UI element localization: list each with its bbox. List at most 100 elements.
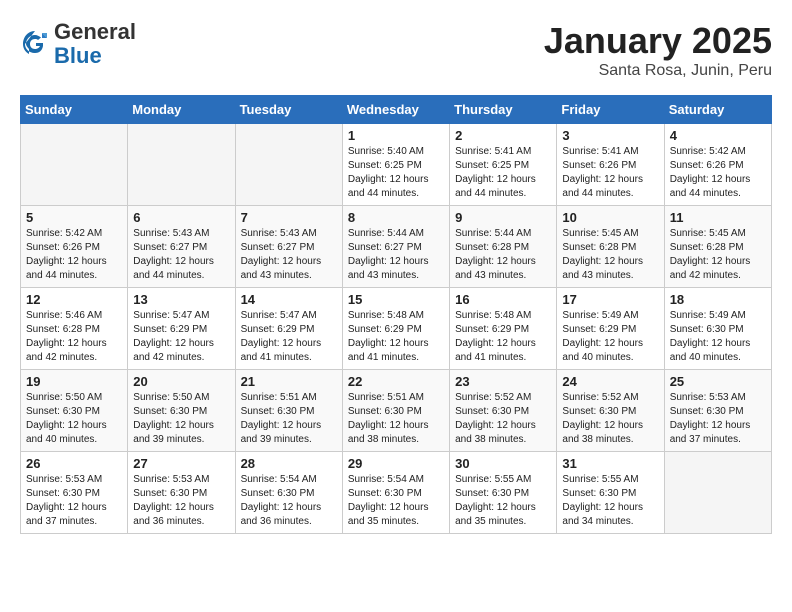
day-info: Sunrise: 5:42 AM Sunset: 6:26 PM Dayligh…	[670, 145, 766, 201]
day-info: Sunrise: 5:51 AM Sunset: 6:30 PM Dayligh…	[241, 391, 337, 447]
calendar-cell: 12 Sunrise: 5:46 AM Sunset: 6:28 PM Dayli…	[21, 288, 128, 370]
title-block: January 2025 Santa Rosa, Junin, Peru	[544, 20, 772, 80]
day-number: 1	[348, 128, 444, 143]
calendar-cell: 8 Sunrise: 5:44 AM Sunset: 6:27 PM Daylig…	[342, 206, 449, 288]
day-number: 29	[348, 456, 444, 471]
day-info: Sunrise: 5:50 AM Sunset: 6:30 PM Dayligh…	[133, 391, 229, 447]
day-number: 11	[670, 210, 766, 225]
calendar-body: 1 Sunrise: 5:40 AM Sunset: 6:25 PM Daylig…	[21, 124, 772, 534]
day-info: Sunrise: 5:50 AM Sunset: 6:30 PM Dayligh…	[26, 391, 122, 447]
day-number: 26	[26, 456, 122, 471]
logo-icon	[20, 29, 50, 59]
weekday-header-sunday: Sunday	[21, 96, 128, 124]
calendar-cell: 23Sunrise: 5:52 AM Sunset: 6:30 PM Dayli…	[450, 370, 557, 452]
day-number: 3	[562, 128, 658, 143]
weekday-header-friday: Friday	[557, 96, 664, 124]
day-number: 5	[26, 210, 122, 225]
calendar-cell: 25 Sunrise: 5:53 AM Sunset: 6:30 PM Dayli…	[664, 370, 771, 452]
day-number: 2	[455, 128, 551, 143]
day-number: 8	[348, 210, 444, 225]
calendar-cell: 9 Sunrise: 5:44 AM Sunset: 6:28 PM Daylig…	[450, 206, 557, 288]
calendar-cell: 10 Sunrise: 5:45 AM Sunset: 6:28 PM Dayli…	[557, 206, 664, 288]
calendar-cell: 5 Sunrise: 5:42 AM Sunset: 6:26 PM Daylig…	[21, 206, 128, 288]
calendar-cell: 11 Sunrise: 5:45 AM Sunset: 6:28 PM Dayli…	[664, 206, 771, 288]
day-number: 27	[133, 456, 229, 471]
day-number: 17	[562, 292, 658, 307]
day-number: 23	[455, 374, 551, 389]
calendar-cell: 18Sunrise: 5:49 AM Sunset: 6:30 PM Dayli…	[664, 288, 771, 370]
day-number: 6	[133, 210, 229, 225]
calendar-cell: 14 Sunrise: 5:47 AM Sunset: 6:29 PM Dayli…	[235, 288, 342, 370]
day-info: Sunrise: 5:54 AM Sunset: 6:30 PM Dayligh…	[348, 473, 444, 529]
day-info: Sunrise: 5:55 AM Sunset: 6:30 PM Dayligh…	[562, 473, 658, 529]
logo: General Blue	[20, 20, 136, 68]
day-number: 19	[26, 374, 122, 389]
week-row-5: 26Sunrise: 5:53 AM Sunset: 6:30 PM Dayli…	[21, 452, 772, 534]
calendar-cell: 13Sunrise: 5:47 AM Sunset: 6:29 PM Dayli…	[128, 288, 235, 370]
calendar-cell: 20Sunrise: 5:50 AM Sunset: 6:30 PM Dayli…	[128, 370, 235, 452]
logo-blue-text: Blue	[54, 43, 102, 68]
week-row-3: 12 Sunrise: 5:46 AM Sunset: 6:28 PM Dayli…	[21, 288, 772, 370]
day-number: 31	[562, 456, 658, 471]
weekday-header-wednesday: Wednesday	[342, 96, 449, 124]
calendar-cell: 7 Sunrise: 5:43 AM Sunset: 6:27 PM Daylig…	[235, 206, 342, 288]
calendar-subtitle: Santa Rosa, Junin, Peru	[544, 62, 772, 80]
day-info: Sunrise: 5:49 AM Sunset: 6:29 PM Dayligh…	[562, 309, 658, 365]
weekday-header-thursday: Thursday	[450, 96, 557, 124]
calendar-cell: 3 Sunrise: 5:41 AM Sunset: 6:26 PM Daylig…	[557, 124, 664, 206]
calendar-cell: 31 Sunrise: 5:55 AM Sunset: 6:30 PM Dayli…	[557, 452, 664, 534]
day-info: Sunrise: 5:46 AM Sunset: 6:28 PM Dayligh…	[26, 309, 122, 365]
day-number: 30	[455, 456, 551, 471]
page-header: General Blue January 2025 Santa Rosa, Ju…	[20, 20, 772, 80]
calendar-cell: 29 Sunrise: 5:54 AM Sunset: 6:30 PM Dayli…	[342, 452, 449, 534]
calendar-header: SundayMondayTuesdayWednesdayThursdayFrid…	[21, 96, 772, 124]
calendar-cell: 17 Sunrise: 5:49 AM Sunset: 6:29 PM Dayli…	[557, 288, 664, 370]
calendar-table: SundayMondayTuesdayWednesdayThursdayFrid…	[20, 95, 772, 534]
day-number: 9	[455, 210, 551, 225]
day-number: 15	[348, 292, 444, 307]
calendar-cell: 15 Sunrise: 5:48 AM Sunset: 6:29 PM Dayli…	[342, 288, 449, 370]
day-info: Sunrise: 5:48 AM Sunset: 6:29 PM Dayligh…	[455, 309, 551, 365]
day-info: Sunrise: 5:43 AM Sunset: 6:27 PM Dayligh…	[241, 227, 337, 283]
day-info: Sunrise: 5:55 AM Sunset: 6:30 PM Dayligh…	[455, 473, 551, 529]
day-number: 10	[562, 210, 658, 225]
day-info: Sunrise: 5:51 AM Sunset: 6:30 PM Dayligh…	[348, 391, 444, 447]
day-info: Sunrise: 5:49 AM Sunset: 6:30 PM Dayligh…	[670, 309, 766, 365]
logo-general-text: General	[54, 19, 136, 44]
weekday-header-row: SundayMondayTuesdayWednesdayThursdayFrid…	[21, 96, 772, 124]
day-info: Sunrise: 5:44 AM Sunset: 6:28 PM Dayligh…	[455, 227, 551, 283]
calendar-cell: 1 Sunrise: 5:40 AM Sunset: 6:25 PM Daylig…	[342, 124, 449, 206]
day-number: 22	[348, 374, 444, 389]
day-number: 14	[241, 292, 337, 307]
day-info: Sunrise: 5:45 AM Sunset: 6:28 PM Dayligh…	[562, 227, 658, 283]
calendar-cell: 24Sunrise: 5:52 AM Sunset: 6:30 PM Dayli…	[557, 370, 664, 452]
day-number: 25	[670, 374, 766, 389]
week-row-4: 19 Sunrise: 5:50 AM Sunset: 6:30 PM Dayli…	[21, 370, 772, 452]
calendar-cell: 30 Sunrise: 5:55 AM Sunset: 6:30 PM Dayli…	[450, 452, 557, 534]
day-info: Sunrise: 5:45 AM Sunset: 6:28 PM Dayligh…	[670, 227, 766, 283]
day-number: 7	[241, 210, 337, 225]
day-info: Sunrise: 5:48 AM Sunset: 6:29 PM Dayligh…	[348, 309, 444, 365]
day-number: 12	[26, 292, 122, 307]
day-info: Sunrise: 5:43 AM Sunset: 6:27 PM Dayligh…	[133, 227, 229, 283]
calendar-cell: 19 Sunrise: 5:50 AM Sunset: 6:30 PM Dayli…	[21, 370, 128, 452]
day-info: Sunrise: 5:40 AM Sunset: 6:25 PM Dayligh…	[348, 145, 444, 201]
calendar-cell	[128, 124, 235, 206]
day-number: 4	[670, 128, 766, 143]
calendar-cell: 28Sunrise: 5:54 AM Sunset: 6:30 PM Dayli…	[235, 452, 342, 534]
week-row-1: 1 Sunrise: 5:40 AM Sunset: 6:25 PM Daylig…	[21, 124, 772, 206]
day-number: 28	[241, 456, 337, 471]
day-number: 16	[455, 292, 551, 307]
day-info: Sunrise: 5:41 AM Sunset: 6:25 PM Dayligh…	[455, 145, 551, 201]
day-info: Sunrise: 5:53 AM Sunset: 6:30 PM Dayligh…	[670, 391, 766, 447]
day-info: Sunrise: 5:44 AM Sunset: 6:27 PM Dayligh…	[348, 227, 444, 283]
day-info: Sunrise: 5:41 AM Sunset: 6:26 PM Dayligh…	[562, 145, 658, 201]
calendar-cell: 16 Sunrise: 5:48 AM Sunset: 6:29 PM Dayli…	[450, 288, 557, 370]
calendar-cell: 4 Sunrise: 5:42 AM Sunset: 6:26 PM Daylig…	[664, 124, 771, 206]
day-info: Sunrise: 5:42 AM Sunset: 6:26 PM Dayligh…	[26, 227, 122, 283]
weekday-header-monday: Monday	[128, 96, 235, 124]
day-info: Sunrise: 5:47 AM Sunset: 6:29 PM Dayligh…	[241, 309, 337, 365]
calendar-cell: 26Sunrise: 5:53 AM Sunset: 6:30 PM Dayli…	[21, 452, 128, 534]
calendar-cell: 22 Sunrise: 5:51 AM Sunset: 6:30 PM Dayli…	[342, 370, 449, 452]
calendar-cell: 6 Sunrise: 5:43 AM Sunset: 6:27 PM Daylig…	[128, 206, 235, 288]
